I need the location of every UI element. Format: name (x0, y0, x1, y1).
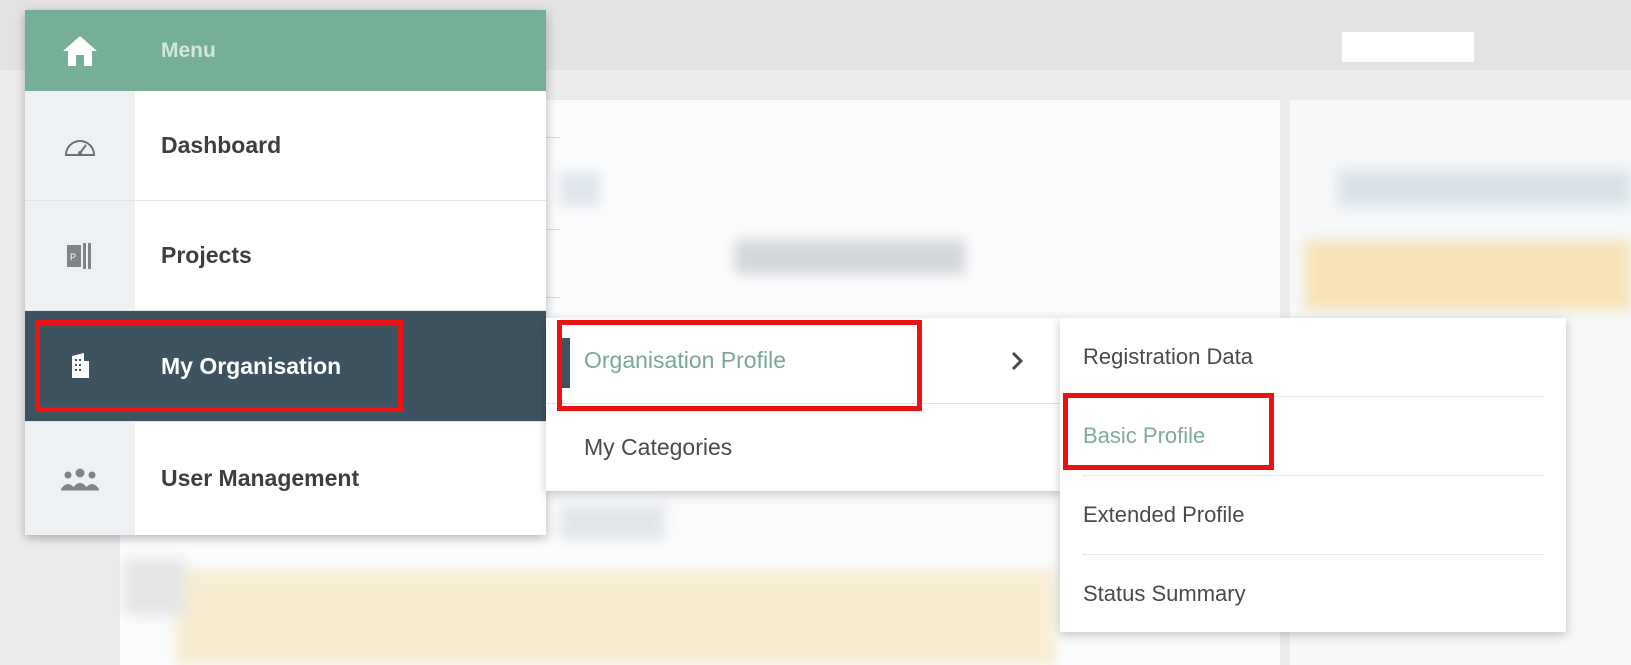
submenu-item-label: Registration Data (1083, 344, 1253, 369)
svg-text:P: P (70, 252, 76, 262)
background-blur-block (1305, 240, 1631, 310)
menu-item-label: My Organisation (161, 352, 342, 379)
submenu-item-label: Status Summary (1083, 580, 1246, 606)
project-file-icon: P (25, 201, 135, 310)
background-header-box (1342, 32, 1474, 62)
background-row-divider (545, 297, 560, 298)
submenu-item-label: Organisation Profile (584, 347, 786, 373)
organisation-profile-submenu: Registration Data Basic Profile Extended… (1060, 318, 1566, 632)
users-group-icon (25, 422, 135, 535)
submenu-item-label: My Categories (584, 434, 733, 460)
menu-header[interactable]: Menu (25, 10, 546, 91)
submenu-item-my-categories[interactable]: My Categories (546, 404, 1062, 491)
submenu-item-status-summary[interactable]: Status Summary (1083, 554, 1543, 633)
home-icon (25, 10, 135, 91)
menu-header-label: Menu (161, 38, 216, 62)
submenu-item-basic-profile[interactable]: Basic Profile (1083, 397, 1543, 476)
background-blur-block (560, 505, 665, 539)
background-blur-block (735, 240, 965, 274)
active-indicator-bar (562, 338, 570, 388)
background-row-divider (545, 137, 560, 138)
main-menu: Menu Dashboard P Projects My Organisatio… (25, 10, 546, 535)
menu-item-label: Projects (161, 242, 252, 268)
menu-item-projects[interactable]: P Projects (25, 201, 546, 311)
submenu-item-extended-profile[interactable]: Extended Profile (1083, 476, 1543, 555)
submenu-item-registration-data[interactable]: Registration Data (1083, 318, 1543, 397)
menu-item-label: User Management (161, 465, 360, 491)
menu-item-user-management[interactable]: User Management (25, 422, 546, 535)
organisation-submenu: Organisation Profile My Categories (546, 318, 1062, 491)
submenu-item-organisation-profile[interactable]: Organisation Profile (546, 318, 1062, 404)
background-blur-block (125, 560, 185, 615)
background-row-divider (545, 229, 560, 230)
menu-item-my-organisation[interactable]: My Organisation (25, 311, 546, 422)
submenu-item-label: Extended Profile (1083, 502, 1245, 527)
background-blur-block (175, 570, 1055, 665)
submenu-item-label: Basic Profile (1083, 423, 1206, 448)
background-blur-block (560, 172, 600, 206)
menu-item-label: Dashboard (161, 132, 282, 158)
background-blur-block (1338, 170, 1631, 206)
menu-item-dashboard[interactable]: Dashboard (25, 91, 546, 201)
chevron-right-icon (1011, 351, 1024, 371)
building-icon (25, 311, 135, 421)
dashboard-gauge-icon (25, 91, 135, 200)
